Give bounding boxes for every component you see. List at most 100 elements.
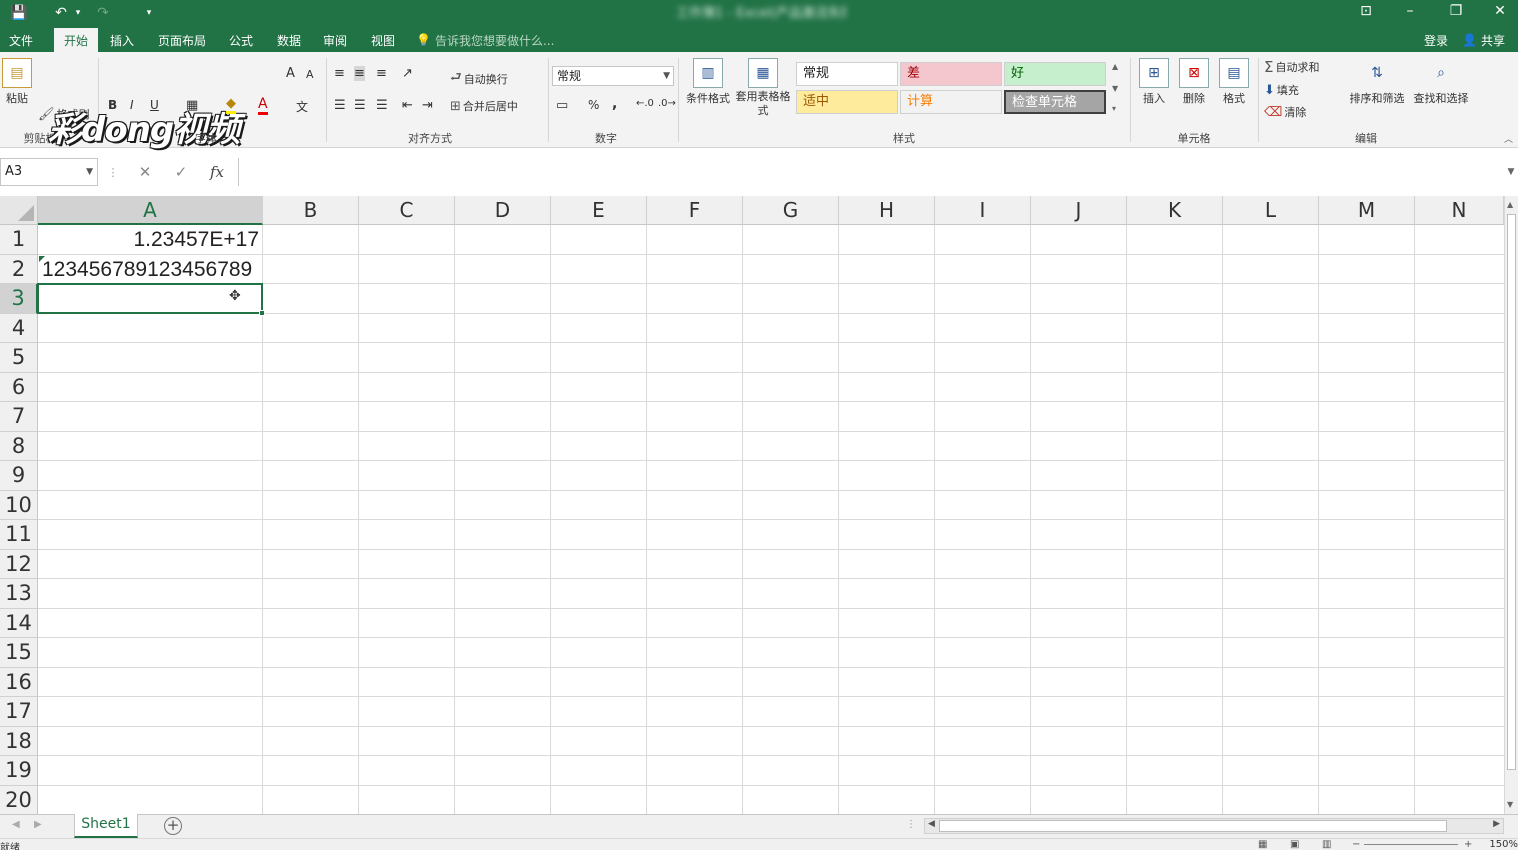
row-header-16[interactable]: 16 [0, 667, 38, 697]
shrink-font-button[interactable]: A [306, 68, 314, 81]
column-header-h[interactable]: H [839, 196, 935, 225]
row-header-13[interactable]: 13 [0, 579, 38, 609]
normal-view-icon[interactable]: ▦ [1258, 839, 1267, 850]
splitter-icon[interactable]: ⋮ [906, 819, 916, 830]
clear-button[interactable]: ⌫ 清除 [1264, 104, 1306, 120]
column-header-f[interactable]: F [647, 196, 743, 225]
close-button[interactable]: ✕ [1478, 0, 1518, 22]
cell-style-neutral[interactable]: 适中 [796, 90, 898, 114]
row-header-8[interactable]: 8 [0, 431, 38, 461]
wrap-text-button[interactable]: ⮐ 自动换行 [450, 68, 508, 90]
percent-button[interactable]: % [588, 98, 599, 112]
autosum-button[interactable]: Σ 自动求和 [1264, 58, 1319, 76]
column-header-n[interactable]: N [1415, 196, 1504, 225]
phonetic-button[interactable]: 文 [296, 98, 308, 115]
paste-button[interactable]: ▤ 粘贴 [2, 58, 32, 106]
column-header-i[interactable]: I [935, 196, 1031, 225]
cancel-icon[interactable]: ✕ [134, 162, 156, 182]
cell-style-normal[interactable]: 常规 [796, 62, 898, 86]
row-header-7[interactable]: 7 [0, 402, 38, 432]
enter-icon[interactable]: ✓ [170, 162, 192, 182]
tab-file[interactable]: 文件 [0, 28, 42, 52]
login-link[interactable]: 登录 [1424, 30, 1448, 50]
cell-style-good[interactable]: 好 [1004, 62, 1106, 86]
underline-button[interactable]: U [150, 98, 159, 112]
scroll-thumb[interactable] [1507, 214, 1516, 770]
cell-a1[interactable]: 1.23457E+17 [38, 228, 259, 258]
merge-center-button[interactable]: ⊞ 合并后居中 [450, 98, 518, 114]
increase-indent-icon[interactable]: ⇥ [422, 98, 433, 113]
tab-data[interactable]: 数据 [270, 28, 308, 52]
align-center-icon[interactable]: ☰ [354, 98, 366, 113]
tab-view[interactable]: 视图 [364, 28, 402, 52]
fill-handle[interactable] [259, 309, 265, 316]
row-header-3[interactable]: 3 [0, 284, 38, 314]
currency-icon[interactable]: ▭ [556, 98, 568, 113]
column-header-a[interactable]: A [38, 196, 263, 225]
row-header-18[interactable]: 18 [0, 726, 38, 756]
row-header-10[interactable]: 10 [0, 490, 38, 520]
align-bottom-icon[interactable]: ≡ [376, 66, 387, 81]
cell-style-check-cell[interactable]: 检查单元格 [1004, 90, 1106, 114]
delete-cells-button[interactable]: ⊠ 删除 [1176, 58, 1212, 106]
row-header-9[interactable]: 9 [0, 461, 38, 491]
tell-me-search[interactable]: 💡 告诉我您想要做什么... [416, 30, 554, 50]
row-header-17[interactable]: 17 [0, 697, 38, 727]
column-header-c[interactable]: C [359, 196, 455, 225]
orientation-icon[interactable]: ↗ [402, 66, 413, 81]
scroll-left-icon[interactable]: ◀ [928, 819, 935, 829]
row-header-6[interactable]: 6 [0, 372, 38, 402]
column-header-l[interactable]: L [1223, 196, 1319, 225]
format-as-table-button[interactable]: ▦ 套用表格格式 [734, 58, 792, 118]
prev-sheet-icon[interactable]: ◀ [12, 819, 20, 830]
row-header-2[interactable]: 2 [0, 254, 38, 284]
zoom-in-icon[interactable]: + [1464, 839, 1472, 850]
row-header-20[interactable]: 20 [0, 785, 38, 815]
restore-button[interactable]: ❐ [1434, 0, 1478, 22]
expand-formula-bar-icon[interactable]: ▼ [1504, 162, 1518, 182]
align-middle-icon[interactable]: ≡ [354, 66, 365, 81]
row-header-5[interactable]: 5 [0, 343, 38, 373]
row-header-1[interactable]: 1 [0, 225, 38, 255]
error-indicator-icon[interactable] [39, 255, 45, 262]
row-header-14[interactable]: 14 [0, 608, 38, 638]
increase-decimal-icon[interactable]: ←.0 [636, 98, 654, 109]
zoom-level[interactable]: 150% [1489, 839, 1518, 850]
column-header-e[interactable]: E [551, 196, 647, 225]
ribbon-display-options-icon[interactable]: ⊡ [1344, 0, 1388, 22]
tab-review[interactable]: 审阅 [316, 28, 354, 52]
comma-button[interactable]: , [612, 96, 617, 112]
align-right-icon[interactable]: ☰ [376, 98, 388, 113]
decrease-indent-icon[interactable]: ⇤ [402, 98, 413, 113]
page-break-view-icon[interactable]: ▥ [1322, 839, 1331, 850]
italic-button[interactable]: I [130, 98, 134, 112]
cell-style-calculation[interactable]: 计算 [900, 90, 1002, 114]
scroll-right-icon[interactable]: ▶ [1493, 819, 1500, 829]
align-left-icon[interactable]: ☰ [334, 98, 346, 113]
row-header-19[interactable]: 19 [0, 756, 38, 786]
next-sheet-icon[interactable]: ▶ [34, 819, 42, 830]
share-button[interactable]: 👤 共享 [1462, 30, 1505, 50]
scroll-thumb[interactable] [939, 820, 1447, 832]
column-header-g[interactable]: G [743, 196, 839, 225]
name-box[interactable]: A3 ▼ [0, 158, 98, 186]
bold-button[interactable]: B [108, 98, 117, 112]
tab-page-layout[interactable]: 页面布局 [152, 28, 212, 52]
font-color-icon[interactable]: A [258, 96, 268, 115]
horizontal-scrollbar[interactable]: ◀ ▶ [924, 818, 1504, 834]
borders-icon[interactable]: ▦ [186, 98, 198, 113]
column-header-k[interactable]: K [1127, 196, 1223, 225]
collapse-ribbon-icon[interactable]: ︿ [1504, 132, 1513, 145]
redo-icon[interactable]: ↷ [92, 2, 114, 24]
sort-filter-button[interactable]: ⇅ 排序和筛选 [1346, 58, 1408, 106]
column-header-d[interactable]: D [455, 196, 551, 225]
sheet-tab-sheet1[interactable]: Sheet1 [74, 814, 138, 838]
scroll-down-icon[interactable]: ▼ [1507, 800, 1513, 809]
styles-more-icon[interactable]: ▾ [1112, 104, 1116, 113]
undo-dropdown-icon[interactable]: ▾ [72, 2, 84, 24]
column-header-m[interactable]: M [1319, 196, 1415, 225]
customize-toolbar-icon[interactable]: ▾ [140, 2, 158, 24]
cell-style-bad[interactable]: 差 [900, 62, 1002, 86]
tab-home[interactable]: 开始 [54, 28, 98, 52]
number-format-select[interactable]: 常规 ▼ [552, 66, 674, 86]
